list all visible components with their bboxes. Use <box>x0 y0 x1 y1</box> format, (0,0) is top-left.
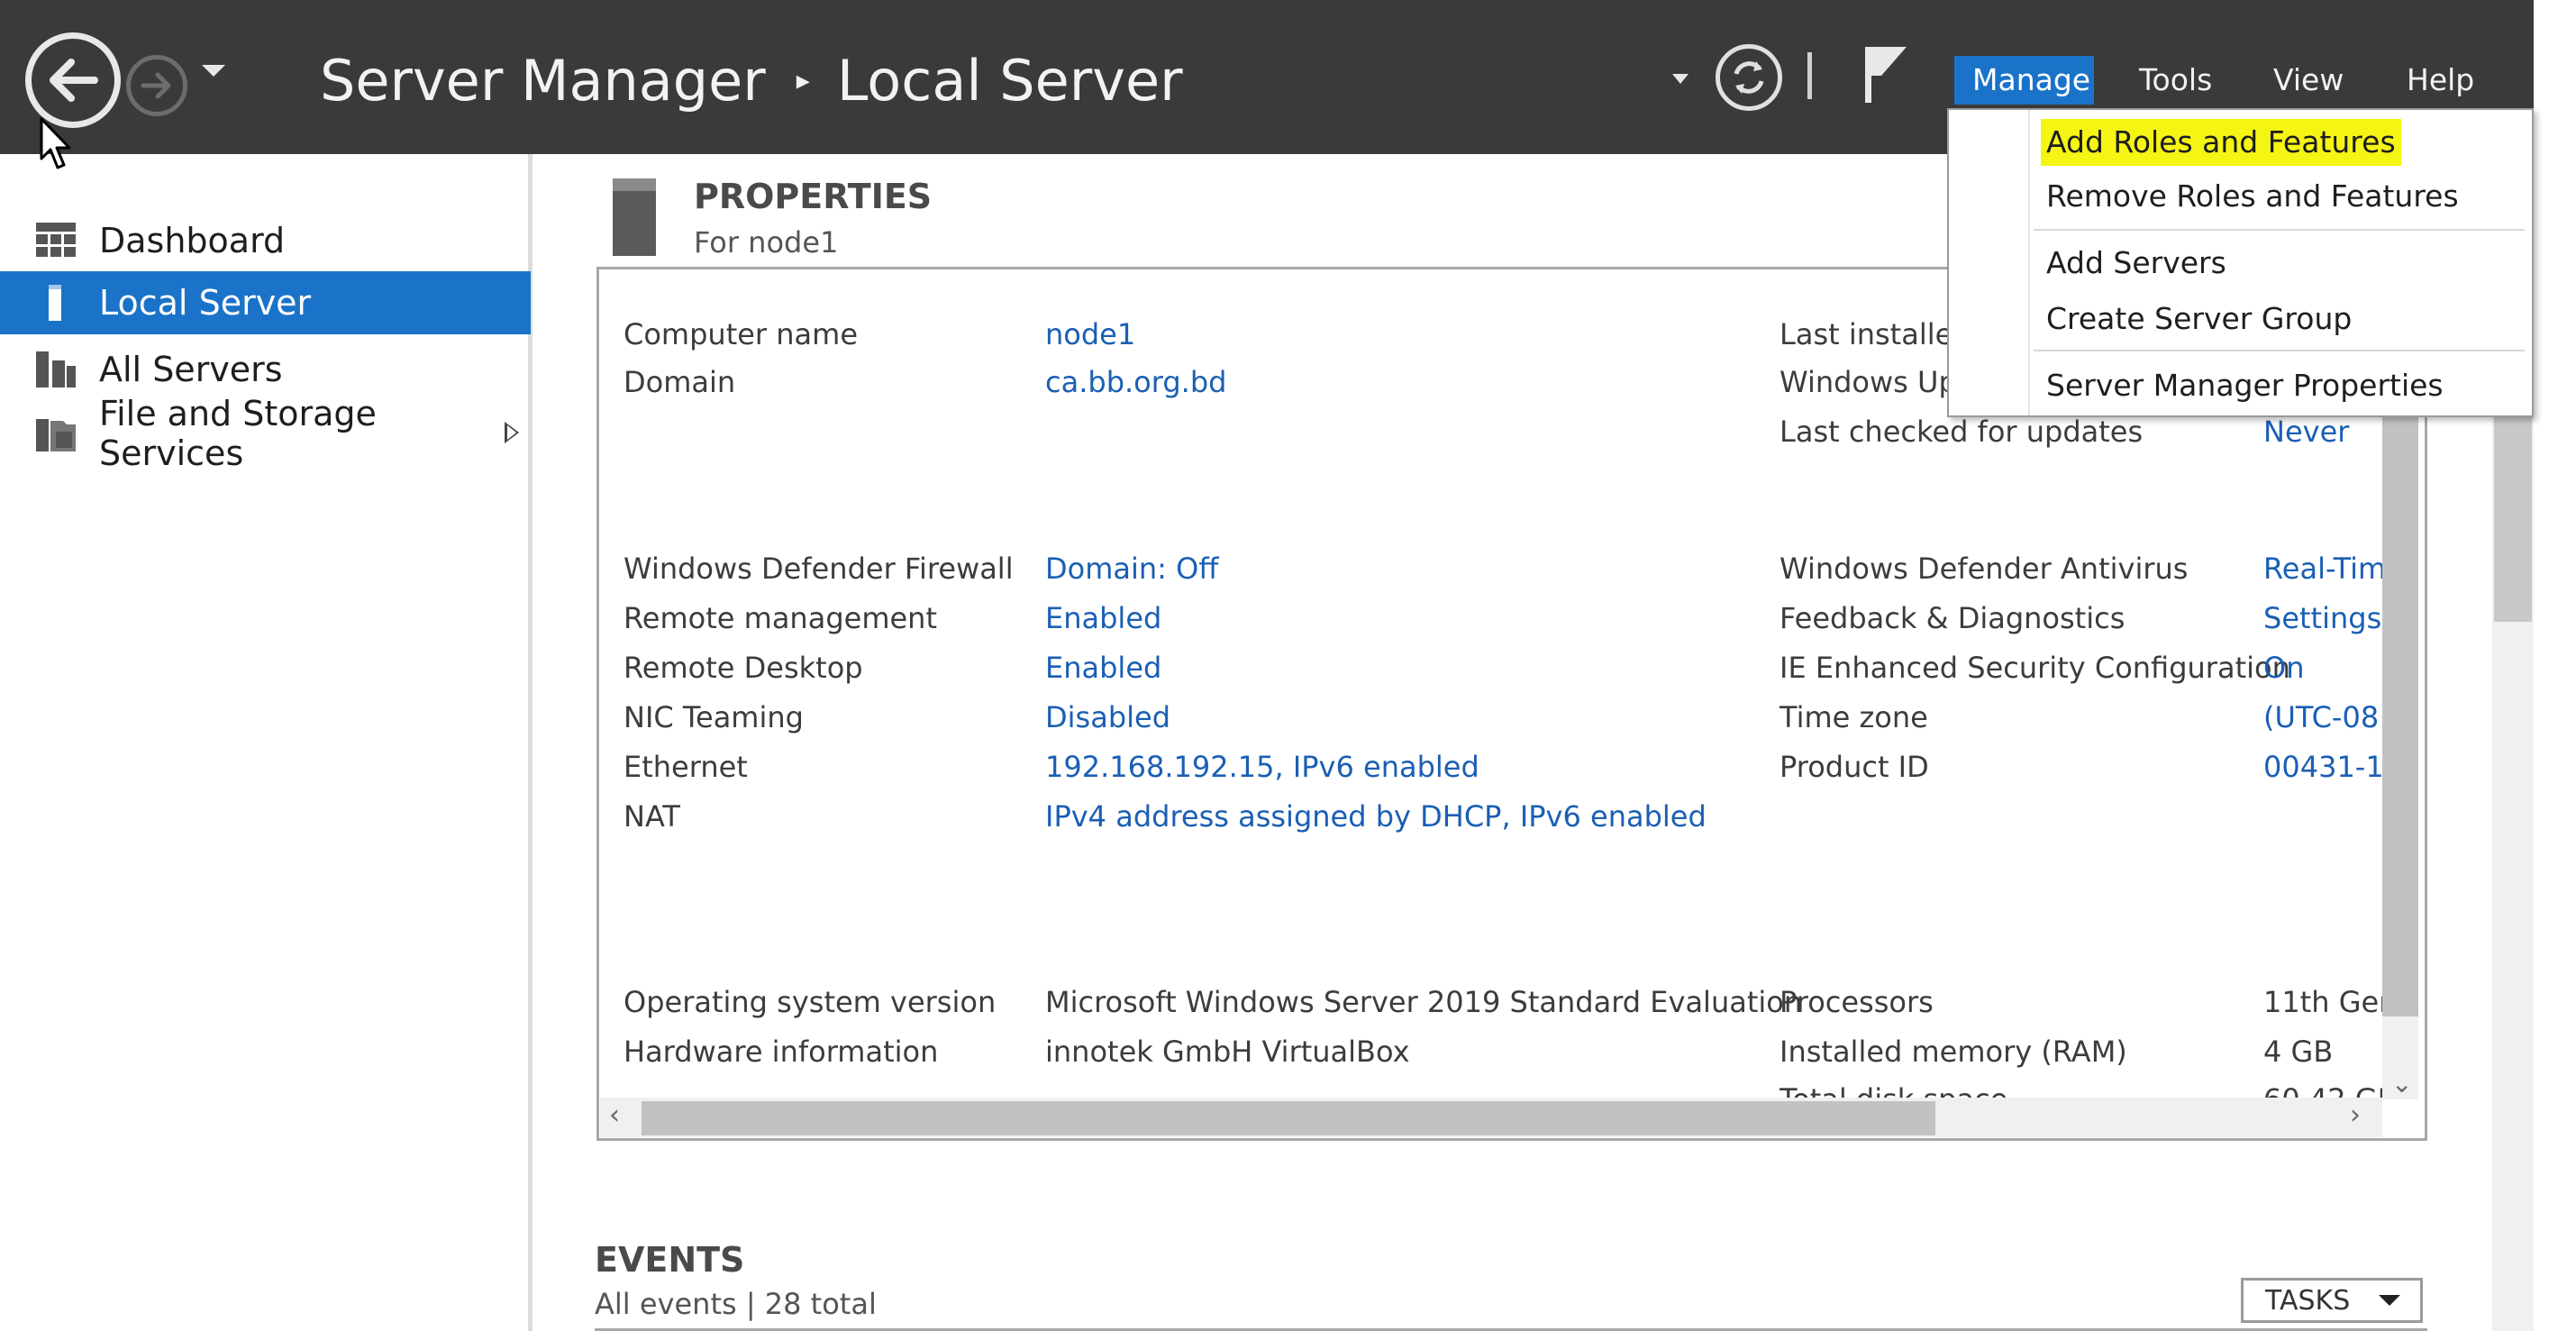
menu-help[interactable]: Help <box>2389 56 2492 105</box>
history-dropdown-icon[interactable] <box>202 65 225 77</box>
prop-value-memory: 4 GB <box>2263 1035 2334 1069</box>
menu-item-create-server-group[interactable]: Create Server Group <box>2041 296 2357 342</box>
all-servers-icon <box>36 351 76 387</box>
menu-item-add-roles-features[interactable]: Add Roles and Features <box>2041 119 2401 166</box>
prop-label-hardware: Hardware information <box>624 1035 939 1069</box>
expand-arrow-icon[interactable] <box>505 422 519 443</box>
prop-label-ethernet: Ethernet <box>624 750 748 784</box>
notifications-flag-icon[interactable] <box>1861 43 1908 105</box>
prop-value-time-zone[interactable]: (UTC-08:0 <box>2263 700 2382 734</box>
prop-label-nat: NAT <box>624 799 680 834</box>
dashboard-icon <box>36 223 76 259</box>
mouse-cursor-icon <box>40 117 71 169</box>
sidebar-item-label: Dashboard <box>99 221 286 260</box>
prop-label-firewall: Windows Defender Firewall <box>624 552 1014 586</box>
prop-label-feedback: Feedback & Diagnostics <box>1780 601 2125 635</box>
prop-label-nic-teaming: NIC Teaming <box>624 700 804 734</box>
scroll-left-icon[interactable]: ‹ <box>609 1099 620 1131</box>
events-subtitle: All events | 28 total <box>595 1287 877 1321</box>
menu-item-add-servers[interactable]: Add Servers <box>2041 240 2232 287</box>
tasks-button[interactable]: TASKS <box>2241 1278 2423 1323</box>
scroll-right-icon[interactable]: › <box>2350 1099 2361 1131</box>
menu-manage[interactable]: Manage <box>1954 56 2094 105</box>
prop-value-ethernet[interactable]: 192.168.192.15, IPv6 enabled <box>1045 750 1479 784</box>
refresh-dropdown-icon[interactable] <box>1672 74 1689 84</box>
sidebar-item-file-storage[interactable]: File and Storage Services <box>0 394 531 473</box>
prop-value-hardware: innotek GmbH VirtualBox <box>1045 1035 1410 1069</box>
events-title: EVENTS <box>595 1240 745 1280</box>
menu-item-remove-roles-features[interactable]: Remove Roles and Features <box>2041 173 2464 220</box>
toolbar-divider <box>1807 52 1812 99</box>
back-arrow-icon <box>50 59 98 102</box>
prop-value-last-checked[interactable]: Never <box>2263 415 2349 449</box>
sidebar-item-label: All Servers <box>99 350 283 389</box>
sidebar-item-label: File and Storage Services <box>99 394 377 473</box>
prop-value-antivirus[interactable]: Real-Tim <box>2263 552 2382 586</box>
prop-value-computer-name[interactable]: node1 <box>1045 317 1135 351</box>
local-server-icon <box>36 285 76 321</box>
prop-label-os-version: Operating system version <box>624 985 997 1019</box>
prop-label-antivirus: Windows Defender Antivirus <box>1780 552 2189 586</box>
prop-value-firewall[interactable]: Domain: Off <box>1045 552 1218 586</box>
prop-label-last-checked: Last checked for updates <box>1780 415 2144 449</box>
prop-label-last-installed: Last installed <box>1780 317 1971 351</box>
forward-arrow-icon <box>141 72 171 99</box>
menu-tools[interactable]: Tools <box>2121 56 2230 105</box>
properties-horizontal-scroll-thumb[interactable] <box>642 1101 1935 1135</box>
prop-value-feedback[interactable]: Settings <box>2263 601 2381 635</box>
menu-separator <box>2034 229 2525 231</box>
prop-label-ie-esc: IE Enhanced Security Configuration <box>1780 651 2290 685</box>
refresh-button[interactable] <box>1716 44 1782 111</box>
prop-value-nat[interactable]: IPv4 address assigned by DHCP, IPv6 enab… <box>1045 799 1707 834</box>
prop-label-disk: Total disk space <box>1780 1082 2007 1098</box>
menu-item-server-manager-properties[interactable]: Server Manager Properties <box>2041 362 2449 409</box>
prop-value-product-id[interactable]: 00431-10 <box>2263 750 2382 784</box>
forward-button[interactable] <box>126 55 187 116</box>
menu-gutter <box>2028 110 2030 415</box>
prop-label-processors: Processors <box>1780 985 1934 1019</box>
breadcrumb-app[interactable]: Server Manager <box>320 48 766 114</box>
file-storage-icon <box>36 415 76 451</box>
prop-value-ie-esc[interactable]: On <box>2263 651 2304 685</box>
prop-value-remote-desktop[interactable]: Enabled <box>1045 651 1161 685</box>
breadcrumb-page: Local Server <box>836 47 1183 114</box>
prop-value-disk: 60.42 GB <box>2263 1082 2382 1098</box>
prop-label-product-id: Product ID <box>1780 750 1929 784</box>
prop-value-domain[interactable]: ca.bb.org.bd <box>1045 365 1226 399</box>
tasks-label: TASKS <box>2265 1284 2351 1317</box>
refresh-icon <box>1734 61 1764 94</box>
sidebar-item-all-servers[interactable]: All Servers <box>0 338 531 401</box>
prop-label-windows-update: Windows Up <box>1780 365 1957 399</box>
properties-subtitle: For node1 <box>694 225 839 260</box>
back-button[interactable] <box>25 32 121 128</box>
prop-label-domain: Domain <box>624 365 736 399</box>
menu-separator <box>2034 350 2525 351</box>
breadcrumb-separator-icon: ▸ <box>796 64 810 96</box>
prop-label-remote-desktop: Remote Desktop <box>624 651 863 685</box>
prop-label-computer-name: Computer name <box>624 317 858 351</box>
scroll-down-icon[interactable]: ⌄ <box>2391 1069 2412 1099</box>
sidebar-item-dashboard[interactable]: Dashboard <box>0 209 531 272</box>
sidebar-item-local-server[interactable]: Local Server <box>0 271 531 334</box>
prop-value-processors: 11th Gen <box>2263 985 2382 1019</box>
prop-value-remote-management[interactable]: Enabled <box>1045 601 1161 635</box>
properties-title: PROPERTIES <box>694 177 933 216</box>
sidebar-item-label: Local Server <box>99 283 312 323</box>
prop-label-memory: Installed memory (RAM) <box>1780 1035 2127 1069</box>
prop-value-os-version: Microsoft Windows Server 2019 Standard E… <box>1045 985 1803 1019</box>
chevron-down-icon <box>2379 1295 2400 1306</box>
server-properties-icon <box>613 178 656 256</box>
menu-view[interactable]: View <box>2255 56 2362 105</box>
prop-label-time-zone: Time zone <box>1780 700 1928 734</box>
breadcrumb: Server Manager ▸ Local Server <box>320 41 1183 119</box>
prop-label-remote-management: Remote management <box>624 601 937 635</box>
prop-value-nic-teaming[interactable]: Disabled <box>1045 700 1170 734</box>
